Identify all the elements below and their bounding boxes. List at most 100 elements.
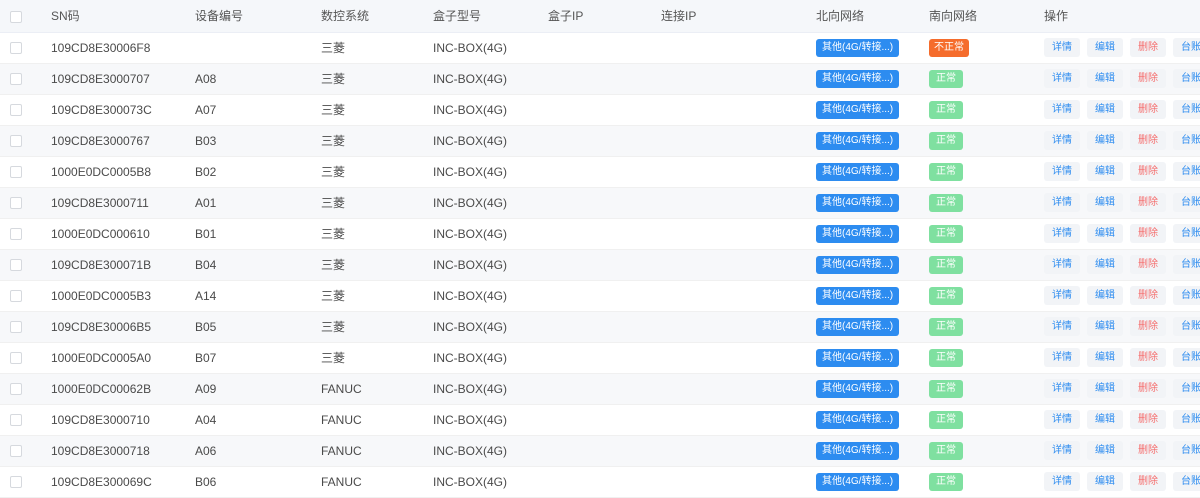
- ledger-button[interactable]: 台账: [1173, 317, 1200, 336]
- edit-button[interactable]: 编辑: [1087, 348, 1123, 367]
- edit-button[interactable]: 编辑: [1087, 255, 1123, 274]
- table-row[interactable]: 109CD8E30006B5 B05 三菱 INC-BOX(4G) 其他(4G/转接..…: [0, 311, 1200, 343]
- ledger-button[interactable]: 台账: [1173, 69, 1200, 88]
- delete-button[interactable]: 删除: [1130, 348, 1166, 367]
- edit-button[interactable]: 编辑: [1087, 162, 1123, 181]
- row-checkbox[interactable]: [10, 352, 22, 365]
- north-network-tag[interactable]: 其他(4G/转接...): [816, 441, 900, 460]
- north-network-tag[interactable]: 其他(4G/转接...): [816, 162, 900, 181]
- delete-button[interactable]: 删除: [1130, 193, 1166, 212]
- delete-button[interactable]: 删除: [1130, 100, 1166, 119]
- row-checkbox[interactable]: [10, 259, 22, 272]
- delete-button[interactable]: 删除: [1130, 255, 1166, 274]
- row-checkbox[interactable]: [10, 445, 22, 458]
- table-row[interactable]: 109CD8E3000707 A08 三菱 INC-BOX(4G) 其他(4G/转接..…: [0, 63, 1200, 95]
- table-row[interactable]: 109CD8E3000711 A01 三菱 INC-BOX(4G) 其他(4G/转接..…: [0, 187, 1200, 219]
- table-row[interactable]: 1000E0DC0005A0 B07 三菱 INC-BOX(4G) 其他(4G/转接..…: [0, 342, 1200, 374]
- table-row[interactable]: 1000E0DC0005B8 B02 三菱 INC-BOX(4G) 其他(4G/转接..…: [0, 156, 1200, 188]
- north-network-tag[interactable]: 其他(4G/转接...): [816, 410, 900, 429]
- detail-button[interactable]: 详情: [1044, 100, 1080, 119]
- row-checkbox[interactable]: [10, 104, 22, 117]
- north-network-tag[interactable]: 其他(4G/转接...): [816, 38, 900, 57]
- table-row[interactable]: 109CD8E3000718 A06 FANUC INC-BOX(4G) 其他(4G/转…: [0, 435, 1200, 467]
- north-network-tag[interactable]: 其他(4G/转接...): [816, 286, 900, 305]
- detail-button[interactable]: 详情: [1044, 131, 1080, 150]
- table-row[interactable]: 1000E0DC00062B A09 FANUC INC-BOX(4G) 其他(4G/转…: [0, 373, 1200, 405]
- ledger-button[interactable]: 台账: [1173, 162, 1200, 181]
- ledger-button[interactable]: 台账: [1173, 131, 1200, 150]
- edit-button[interactable]: 编辑: [1087, 131, 1123, 150]
- delete-button[interactable]: 删除: [1130, 317, 1166, 336]
- north-network-tag[interactable]: 其他(4G/转接...): [816, 317, 900, 336]
- table-row[interactable]: 109CD8E3000710 A04 FANUC INC-BOX(4G) 其他(4G/转…: [0, 404, 1200, 436]
- table-row[interactable]: 109CD8E300071B B04 三菱 INC-BOX(4G) 其他(4G/转接..…: [0, 249, 1200, 281]
- col-header-box-model[interactable]: 盒子型号: [433, 0, 548, 33]
- edit-button[interactable]: 编辑: [1087, 38, 1123, 57]
- table-row[interactable]: 109CD8E3000767 B03 三菱 INC-BOX(4G) 其他(4G/转接..…: [0, 125, 1200, 157]
- north-network-tag[interactable]: 其他(4G/转接...): [816, 472, 900, 491]
- delete-button[interactable]: 删除: [1130, 410, 1166, 429]
- detail-button[interactable]: 详情: [1044, 193, 1080, 212]
- edit-button[interactable]: 编辑: [1087, 69, 1123, 88]
- detail-button[interactable]: 详情: [1044, 410, 1080, 429]
- edit-button[interactable]: 编辑: [1087, 193, 1123, 212]
- delete-button[interactable]: 删除: [1130, 69, 1166, 88]
- edit-button[interactable]: 编辑: [1087, 472, 1123, 491]
- ledger-button[interactable]: 台账: [1173, 379, 1200, 398]
- edit-button[interactable]: 编辑: [1087, 286, 1123, 305]
- delete-button[interactable]: 删除: [1130, 38, 1166, 57]
- col-header-cnc[interactable]: 数控系统: [321, 0, 433, 33]
- row-checkbox[interactable]: [10, 42, 22, 55]
- ledger-button[interactable]: 台账: [1173, 193, 1200, 212]
- ledger-button[interactable]: 台账: [1173, 224, 1200, 243]
- edit-button[interactable]: 编辑: [1087, 379, 1123, 398]
- edit-button[interactable]: 编辑: [1087, 441, 1123, 460]
- row-checkbox[interactable]: [10, 228, 22, 241]
- table-row[interactable]: 109CD8E300073C A07 三菱 INC-BOX(4G) 其他(4G/转接..…: [0, 94, 1200, 126]
- edit-button[interactable]: 编辑: [1087, 410, 1123, 429]
- north-network-tag[interactable]: 其他(4G/转接...): [816, 100, 900, 119]
- table-row[interactable]: 1000E0DC000610 B01 三菱 INC-BOX(4G) 其他(4G/转接..…: [0, 218, 1200, 250]
- table-row[interactable]: 1000E0DC0005B3 A14 三菱 INC-BOX(4G) 其他(4G/转接..…: [0, 280, 1200, 312]
- col-header-conn-ip[interactable]: 连接IP: [661, 0, 816, 33]
- delete-button[interactable]: 删除: [1130, 224, 1166, 243]
- north-network-tag[interactable]: 其他(4G/转接...): [816, 255, 900, 274]
- row-checkbox[interactable]: [10, 290, 22, 303]
- delete-button[interactable]: 删除: [1130, 472, 1166, 491]
- edit-button[interactable]: 编辑: [1087, 224, 1123, 243]
- col-header-south[interactable]: 南向网络: [929, 0, 1044, 33]
- ledger-button[interactable]: 台账: [1173, 100, 1200, 119]
- row-checkbox[interactable]: [10, 321, 22, 334]
- edit-button[interactable]: 编辑: [1087, 317, 1123, 336]
- detail-button[interactable]: 详情: [1044, 348, 1080, 367]
- north-network-tag[interactable]: 其他(4G/转接...): [816, 193, 900, 212]
- row-checkbox[interactable]: [10, 476, 22, 489]
- ledger-button[interactable]: 台账: [1173, 38, 1200, 57]
- table-row[interactable]: 109CD8E30006F8 三菱 INC-BOX(4G) 其他(4G/转接...) 不…: [0, 32, 1200, 64]
- row-checkbox[interactable]: [10, 135, 22, 148]
- detail-button[interactable]: 详情: [1044, 441, 1080, 460]
- detail-button[interactable]: 详情: [1044, 379, 1080, 398]
- row-checkbox[interactable]: [10, 73, 22, 86]
- north-network-tag[interactable]: 其他(4G/转接...): [816, 131, 900, 150]
- table-row[interactable]: 109CD8E300069C B06 FANUC INC-BOX(4G) 其他(4G/转…: [0, 466, 1200, 498]
- delete-button[interactable]: 删除: [1130, 379, 1166, 398]
- ledger-button[interactable]: 台账: [1173, 441, 1200, 460]
- detail-button[interactable]: 详情: [1044, 286, 1080, 305]
- detail-button[interactable]: 详情: [1044, 224, 1080, 243]
- delete-button[interactable]: 删除: [1130, 131, 1166, 150]
- north-network-tag[interactable]: 其他(4G/转接...): [816, 379, 900, 398]
- delete-button[interactable]: 删除: [1130, 162, 1166, 181]
- row-checkbox[interactable]: [10, 166, 22, 179]
- col-header-sn[interactable]: SN码: [44, 0, 195, 33]
- col-header-device-no[interactable]: 设备编号: [195, 0, 321, 33]
- row-checkbox[interactable]: [10, 383, 22, 396]
- select-all-checkbox[interactable]: [10, 10, 22, 23]
- north-network-tag[interactable]: 其他(4G/转接...): [816, 224, 900, 243]
- detail-button[interactable]: 详情: [1044, 472, 1080, 491]
- col-header-north[interactable]: 北向网络: [816, 0, 929, 33]
- delete-button[interactable]: 删除: [1130, 286, 1166, 305]
- detail-button[interactable]: 详情: [1044, 162, 1080, 181]
- detail-button[interactable]: 详情: [1044, 255, 1080, 274]
- detail-button[interactable]: 详情: [1044, 38, 1080, 57]
